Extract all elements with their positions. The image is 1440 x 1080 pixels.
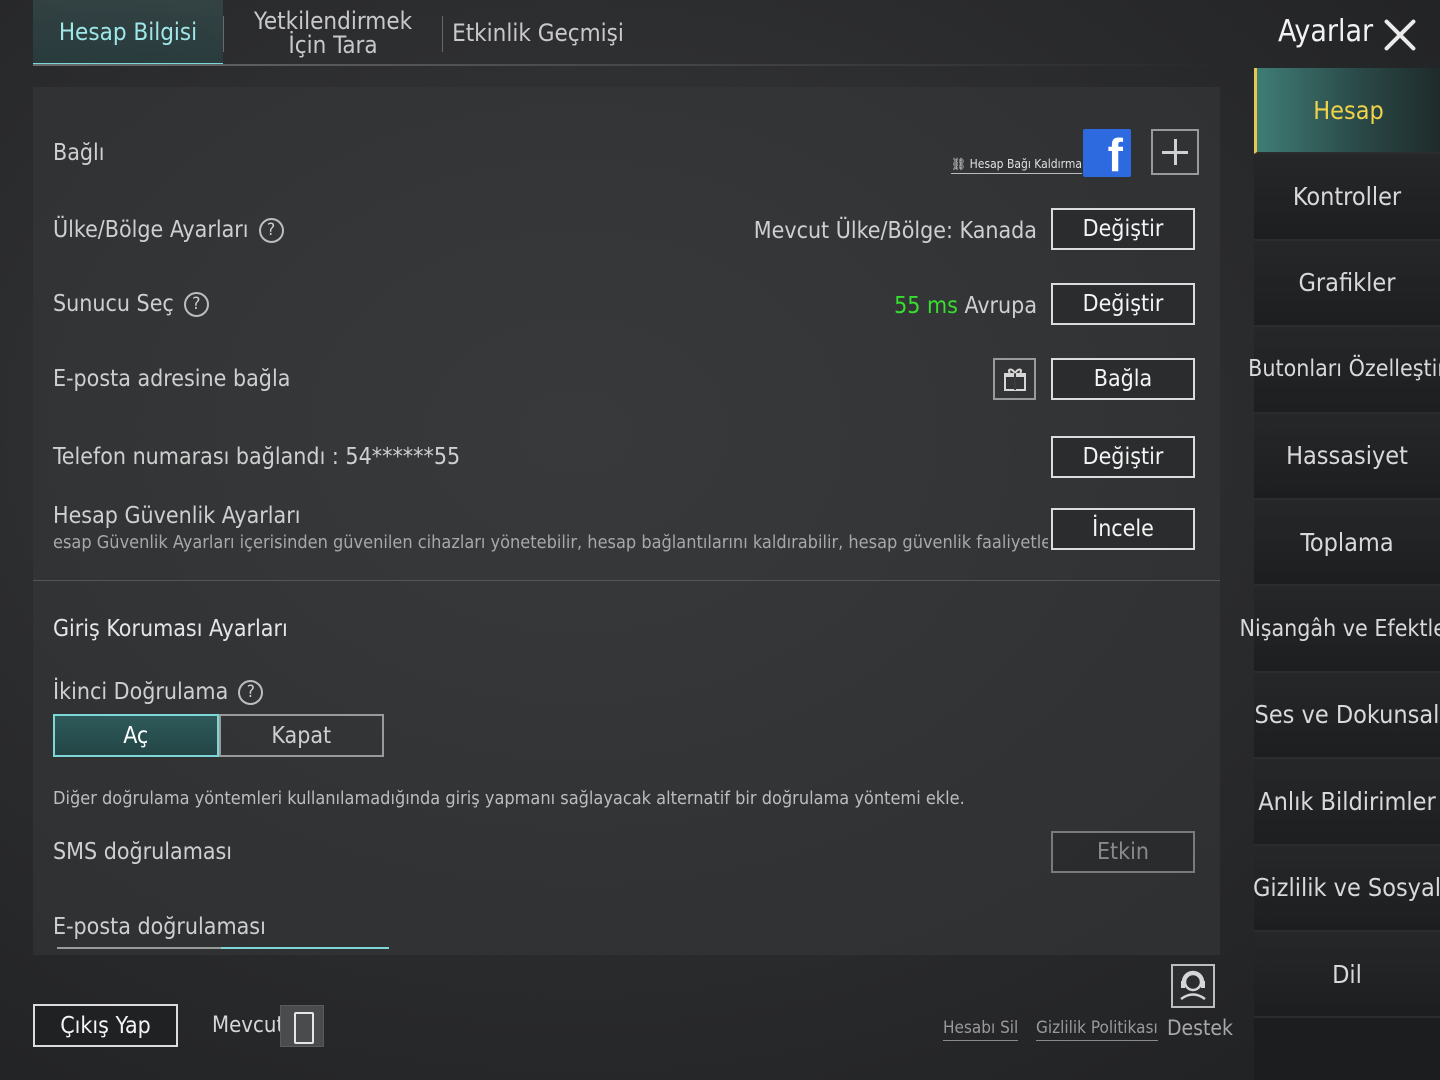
region-setting: Ülke/Bölge Ayarları? <box>53 217 284 243</box>
sidebar-item-customize-buttons[interactable]: Butonları Özelleştir <box>1248 327 1440 414</box>
support-icon[interactable] <box>1171 964 1215 1008</box>
server-label: Sunucu Seç <box>53 291 174 317</box>
phone-linked-label: Telefon numarası bağlandı : 54******55 <box>53 444 461 470</box>
support-label: Destek <box>1167 1016 1233 1040</box>
sms-verify-label: SMS doğrulaması <box>53 839 233 865</box>
sidebar-item-label: Kontroller <box>1292 182 1402 212</box>
sidebar-item-label: Ses ve Dokunsal <box>1254 700 1440 730</box>
server-value: 55 ms Avrupa <box>733 293 1037 319</box>
account-panel: Bağlı ⛓ Hesap Bağı Kaldırma f Ülke/Bölge… <box>33 87 1220 955</box>
unlink-account-link[interactable]: ⛓ Hesap Bağı Kaldırma <box>951 157 1082 174</box>
sidebar-item-notifications[interactable]: Anlık Bildirimler <box>1254 759 1440 846</box>
tabs-underline <box>33 64 1223 66</box>
sidebar-item-audio-haptics[interactable]: Ses ve Dokunsal <box>1254 672 1440 760</box>
facebook-icon[interactable]: f <box>1083 129 1131 177</box>
change-phone-button[interactable]: Değiştir <box>1051 436 1195 478</box>
section-divider <box>33 580 1220 581</box>
sidebar-item-language[interactable]: Dil <box>1254 931 1440 1019</box>
device-label: Mevcut <box>212 1013 285 1038</box>
email-verify-toggle-on-part <box>221 947 389 955</box>
phone-device-icon <box>280 1005 324 1047</box>
sidebar-item-label: Grafikler <box>1298 268 1396 298</box>
sidebar-item-label: Hesap <box>1313 95 1384 125</box>
security-label: Hesap Güvenlik Ayarları <box>53 503 301 529</box>
second-auth-description: Diğer doğrulama yöntemleri kullanılamadı… <box>53 788 965 809</box>
login-protection-title: Giriş Koruması Ayarları <box>53 616 288 642</box>
email-verify-toggle-partial <box>57 947 389 955</box>
tab-label: Yetkilendirmek İçin Tara <box>253 7 413 59</box>
gift-icon[interactable] <box>993 358 1036 400</box>
tab-label: Etkinlik Geçmişi <box>452 19 624 47</box>
email-link-label: E-posta adresine bağla <box>53 366 291 392</box>
email-verify-label: E-posta doğrulaması <box>53 914 266 940</box>
server-setting: Sunucu Seç? <box>53 291 209 317</box>
settings-title: Ayarlar <box>1278 14 1374 49</box>
region-label: Ülke/Bölge Ayarları <box>53 217 249 243</box>
sidebar-item-label: Dil <box>1332 959 1362 989</box>
link-email-button[interactable]: Bağla <box>1051 358 1195 400</box>
sidebar-item-label: Gizlilik ve Sosyal <box>1252 873 1440 903</box>
second-auth-toggle: Aç Kapat <box>53 714 384 757</box>
linked-label: Bağlı <box>53 140 105 166</box>
sidebar-item-graphics[interactable]: Grafikler <box>1254 240 1440 328</box>
sidebar-item-pickup[interactable]: Toplama <box>1254 499 1440 587</box>
settings-sidebar: Hesap Kontroller Grafikler Butonları Öze… <box>1239 68 1440 1080</box>
tab-scan-authorize[interactable]: Yetkilendirmek İçin Tara <box>223 0 443 66</box>
tab-separator <box>223 16 224 52</box>
sidebar-item-controls[interactable]: Kontroller <box>1254 154 1440 241</box>
unlink-account-text: Hesap Bağı Kaldırma <box>969 157 1082 171</box>
close-icon[interactable] <box>1380 14 1420 54</box>
tab-label: Hesap Bilgisi <box>58 17 198 46</box>
delete-account-link[interactable]: Hesabı Sil <box>943 1018 1019 1041</box>
link-icon: ⛓ <box>951 157 970 171</box>
change-server-button[interactable]: Değiştir <box>1051 283 1195 325</box>
sidebar-item-label: Anlık Bildirimler <box>1258 786 1436 816</box>
tab-account-info[interactable]: Hesap Bilgisi <box>33 0 223 66</box>
sidebar-item-privacy-social[interactable]: Gizlilik ve Sosyal <box>1252 845 1440 932</box>
help-icon[interactable]: ? <box>258 218 284 243</box>
security-description: esap Güvenlik Ayarları içerisinden güven… <box>53 532 1048 553</box>
sidebar-item-account[interactable]: Hesap <box>1254 68 1440 155</box>
sidebar-item-label: Nişangâh ve Efektler <box>1239 615 1440 642</box>
sms-enabled-button[interactable]: Etkin <box>1051 831 1195 873</box>
server-name: Avrupa <box>964 293 1037 319</box>
tab-activity-history[interactable]: Etkinlik Geçmişi <box>443 0 633 66</box>
add-link-button[interactable] <box>1151 129 1199 175</box>
toggle-off-button[interactable]: Kapat <box>218 714 384 757</box>
toggle-on-button[interactable]: Aç <box>53 714 219 757</box>
sidebar-item-sensitivity[interactable]: Hassasiyet <box>1254 413 1440 500</box>
sidebar-item-label: Butonları Özelleştir <box>1248 356 1440 383</box>
sidebar-item-scope-effects[interactable]: Nişangâh ve Efektler <box>1239 586 1440 673</box>
second-auth-setting: İkinci Doğrulama? <box>53 679 264 705</box>
sidebar-item-label: Toplama <box>1300 527 1394 557</box>
region-value: Mevcut Ülke/Bölge: Kanada <box>753 218 1037 244</box>
ping-value: 55 ms <box>894 293 958 319</box>
review-security-button[interactable]: İncele <box>1051 508 1195 550</box>
help-icon[interactable]: ? <box>238 680 264 705</box>
sidebar-item-label: Hassasiyet <box>1286 441 1408 471</box>
help-icon[interactable]: ? <box>183 292 209 317</box>
logout-button[interactable]: Çıkış Yap <box>33 1004 178 1047</box>
change-region-button[interactable]: Değiştir <box>1051 208 1195 250</box>
top-tabs: Hesap Bilgisi Yetkilendirmek İçin Tara E… <box>33 0 1223 66</box>
second-auth-label: İkinci Doğrulama <box>53 679 229 705</box>
privacy-policy-link[interactable]: Gizlilik Politikası <box>1036 1018 1158 1041</box>
